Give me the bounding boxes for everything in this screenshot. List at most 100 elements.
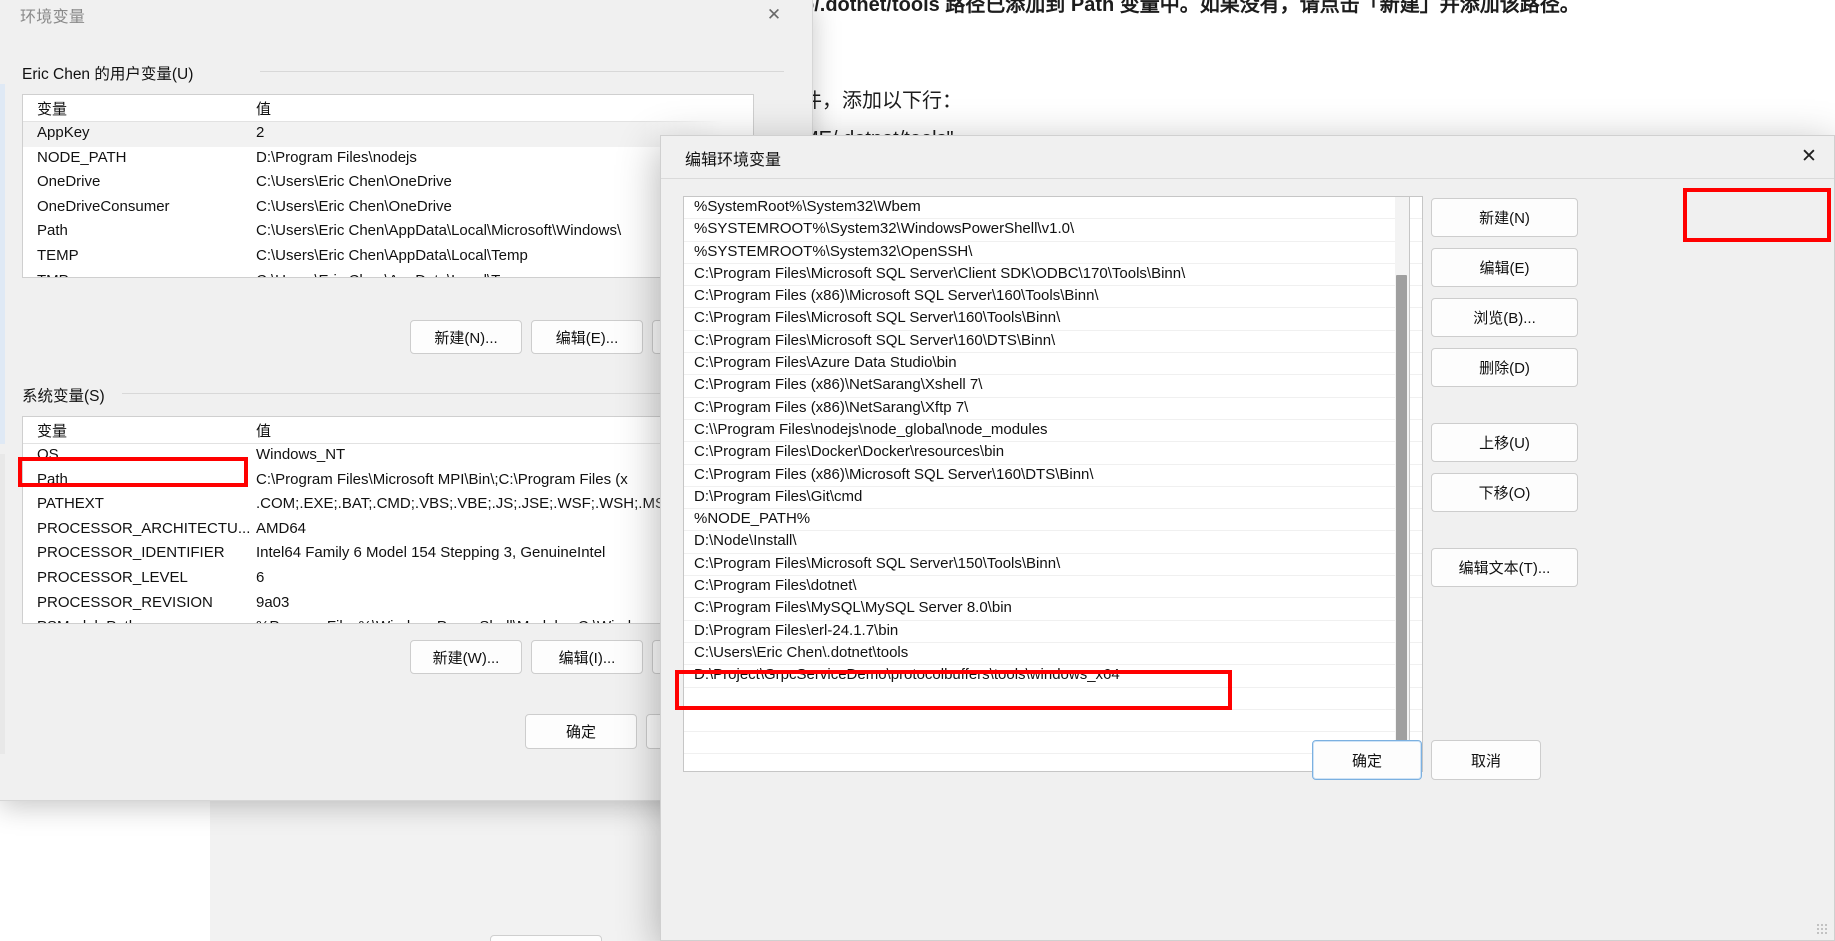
edit-dialog-separator bbox=[661, 178, 1834, 179]
path-entry-text: C:\Program Files\Docker\Docker\resources… bbox=[694, 443, 1005, 461]
table-row[interactable]: PSModulePath %ProgramFiles%\WindowsPower… bbox=[23, 616, 753, 623]
list-item[interactable]: C:\Program Files\Docker\Docker\resources… bbox=[684, 442, 1422, 465]
variable-name: AppKey bbox=[37, 124, 90, 141]
list-item[interactable]: C:\\Program Files\nodejs\node_global\nod… bbox=[684, 420, 1422, 443]
left-accent-bar-lower bbox=[0, 454, 5, 754]
list-item[interactable]: %SYSTEMROOT%\System32\OpenSSH\ bbox=[684, 242, 1422, 264]
list-item[interactable]: %SystemRoot%\System32\Wbem bbox=[684, 197, 1422, 220]
edit-dialog-titlebar: 编辑环境变量 ✕ bbox=[661, 136, 1834, 178]
table-row[interactable]: NODE_PATH D:\Program Files\nodejs bbox=[23, 147, 753, 172]
path-edit-text-button[interactable]: 编辑文本(T)... bbox=[1431, 548, 1578, 587]
path-entry-text: C:\\Program Files\nodejs\node_global\nod… bbox=[694, 420, 1048, 438]
env-ok-button[interactable]: 确定 bbox=[525, 714, 637, 749]
path-list-scrollbar[interactable] bbox=[1395, 196, 1410, 772]
path-browse-button[interactable]: 浏览(B)... bbox=[1431, 298, 1578, 337]
system-new-button[interactable]: 新建(W)... bbox=[410, 640, 522, 674]
system-col-name: 变量 bbox=[37, 423, 68, 440]
path-entry-text: C:\Program Files\dotnet\ bbox=[694, 577, 857, 595]
list-item[interactable]: %NODE_PATH% bbox=[684, 509, 1422, 532]
path-delete-button[interactable]: 删除(D) bbox=[1431, 348, 1578, 387]
user-edit-button[interactable]: 编辑(E)... bbox=[531, 320, 643, 354]
table-row[interactable]: TEMP C:\Users\Eric Chen\AppData\Local\Te… bbox=[23, 245, 753, 270]
variable-name: TMP bbox=[37, 272, 252, 277]
system-col-value: 值 bbox=[256, 423, 272, 440]
list-item[interactable]: D:\Node\Install\ bbox=[684, 531, 1422, 554]
path-entry-text: C:\Program Files\MySQL\MySQL Server 8.0\… bbox=[694, 599, 1012, 617]
variable-name: PSModulePath bbox=[37, 618, 252, 623]
variable-name: PROCESSOR_IDENTIFIER bbox=[37, 544, 225, 562]
path-entry-text: %NODE_PATH% bbox=[694, 510, 811, 528]
left-accent-bar bbox=[0, 84, 5, 444]
path-entry-text: %SYSTEMROOT%\System32\WindowsPowerShell\… bbox=[694, 220, 1075, 238]
system-edit-button[interactable]: 编辑(I)... bbox=[531, 640, 643, 674]
path-entry-text: %SYSTEMROOT%\System32\OpenSSH\ bbox=[694, 242, 973, 260]
table-row[interactable]: PROCESSOR_REVISION 9a03 bbox=[23, 592, 753, 617]
path-entry-text: D:\Program Files\Git\cmd bbox=[694, 487, 863, 505]
table-row[interactable]: Path C:\Users\Eric Chen\AppData\Local\Mi… bbox=[23, 220, 753, 245]
system-variables-grid[interactable]: 变量 值 OS Windows_NT Path C:\Program Files… bbox=[22, 416, 754, 624]
variable-name: OS bbox=[37, 446, 59, 463]
table-row-path-selected[interactable]: Path C:\Program Files\Microsoft MPI\Bin\… bbox=[23, 469, 753, 494]
table-row[interactable]: PROCESSOR_IDENTIFIER Intel64 Family 6 Mo… bbox=[23, 542, 753, 567]
variable-name: PROCESSOR_LEVEL bbox=[37, 568, 188, 586]
path-new-button[interactable]: 新建(N) bbox=[1431, 198, 1578, 237]
path-entry-text: C:\Program Files (x86)\NetSarang\Xftp 7\ bbox=[694, 398, 969, 416]
list-item[interactable]: C:\Program Files\Azure Data Studio\bin bbox=[684, 353, 1422, 376]
list-item[interactable]: C:\Program Files (x86)\NetSarang\Xftp 7\ bbox=[684, 398, 1422, 420]
variable-name: OneDrive bbox=[37, 173, 101, 191]
close-icon[interactable]: ✕ bbox=[1784, 136, 1834, 176]
path-entry-text: C:\Program Files (x86)\NetSarang\Xshell … bbox=[694, 376, 983, 394]
table-row[interactable]: PROCESSOR_LEVEL 6 bbox=[23, 567, 753, 592]
list-item[interactable]: C:\Program Files\MySQL\MySQL Server 8.0\… bbox=[684, 598, 1422, 621]
resize-grip-icon[interactable] bbox=[1816, 923, 1828, 935]
path-edit-button[interactable]: 编辑(E) bbox=[1431, 248, 1578, 287]
list-item[interactable]: %SYSTEMROOT%\System32\WindowsPowerShell\… bbox=[684, 219, 1422, 242]
table-row[interactable]: OneDriveConsumer C:\Users\Eric Chen\OneD… bbox=[23, 196, 753, 221]
user-variables-grid[interactable]: 变量 值 AppKey 2 NODE_PATH D:\Program Files… bbox=[22, 94, 754, 278]
path-move-down-button[interactable]: 下移(O) bbox=[1431, 473, 1578, 512]
screenshot-root: o/.dotnet/tools 路径已添加到 Path 变量中。如果没有，请点击… bbox=[0, 0, 1835, 941]
scrollbar-thumb[interactable] bbox=[1396, 275, 1407, 745]
list-item[interactable]: C:\Program Files\Microsoft SQL Server\15… bbox=[684, 554, 1422, 577]
user-new-button[interactable]: 新建(N)... bbox=[410, 320, 522, 354]
list-item[interactable]: D:\Program Files\erl-24.1.7\bin bbox=[684, 621, 1422, 643]
path-move-up-button[interactable]: 上移(U) bbox=[1431, 423, 1578, 462]
env-window-titlebar: 环境变量 ✕ bbox=[0, 0, 812, 34]
list-item[interactable]: C:\Users\Eric Chen\.dotnet\tools bbox=[684, 643, 1422, 666]
background-text-line-1: o/.dotnet/tools 路径已添加到 Path 变量中。如果没有，请点击… bbox=[812, 0, 1580, 16]
table-row[interactable]: TMP C:\Users\Eric Chen\AppData\Local\Tem… bbox=[23, 270, 753, 277]
list-item[interactable]: C:\Program Files\Microsoft SQL Server\16… bbox=[684, 331, 1422, 354]
list-item[interactable] bbox=[684, 688, 1422, 710]
path-entry-text: C:\Users\Eric Chen\.dotnet\tools bbox=[694, 643, 909, 661]
list-item-highlighted[interactable]: D:\Project\GrpcServiceDemo\protocolbuffe… bbox=[684, 665, 1422, 688]
list-item[interactable]: C:\Program Files\Microsoft SQL Server\16… bbox=[684, 308, 1422, 331]
list-item[interactable]: C:\Program Files (x86)\Microsoft SQL Ser… bbox=[684, 465, 1422, 487]
path-entry-text: D:\Project\GrpcServiceDemo\protocolbuffe… bbox=[694, 666, 1120, 684]
table-row[interactable]: OS Windows_NT bbox=[23, 444, 753, 469]
list-item[interactable]: D:\Program Files\Git\cmd bbox=[684, 487, 1422, 510]
list-item[interactable]: C:\Program Files\Microsoft SQL Server\Cl… bbox=[684, 264, 1422, 287]
variable-name: NODE_PATH bbox=[37, 148, 127, 166]
variable-name: PROCESSOR_REVISION bbox=[37, 593, 213, 611]
path-entry-text: C:\Program Files\Microsoft SQL Server\16… bbox=[694, 309, 1061, 327]
edit-cancel-button[interactable]: 取消 bbox=[1431, 740, 1541, 780]
table-row[interactable]: PATHEXT .COM;.EXE;.BAT;.CMD;.VBS;.VBE;.J… bbox=[23, 493, 753, 518]
table-row[interactable]: AppKey 2 bbox=[23, 122, 753, 147]
path-entry-list[interactable]: %SystemRoot%\System32\Wbem %SYSTEMROOT%\… bbox=[683, 196, 1423, 772]
table-row[interactable]: OneDrive C:\Users\Eric Chen\OneDrive bbox=[23, 171, 753, 196]
variable-name: PROCESSOR_ARCHITECTU... bbox=[37, 519, 251, 537]
edit-ok-button[interactable]: 确定 bbox=[1312, 740, 1422, 780]
user-group-rule bbox=[260, 71, 784, 72]
background-partial-button bbox=[490, 935, 602, 941]
path-entry-text: C:\Program Files (x86)\Microsoft SQL Ser… bbox=[694, 287, 1099, 305]
table-row[interactable]: PROCESSOR_ARCHITECTU... AMD64 bbox=[23, 518, 753, 543]
variable-name: Path bbox=[37, 222, 68, 240]
close-icon[interactable]: ✕ bbox=[752, 0, 796, 30]
list-item[interactable]: C:\Program Files\dotnet\ bbox=[684, 576, 1422, 599]
list-item[interactable]: C:\Program Files (x86)\NetSarang\Xshell … bbox=[684, 375, 1422, 398]
list-item[interactable] bbox=[684, 710, 1422, 733]
variable-name: PATHEXT bbox=[37, 495, 104, 513]
path-entry-text: C:\Program Files\Microsoft SQL Server\15… bbox=[694, 554, 1061, 572]
list-item[interactable]: C:\Program Files (x86)\Microsoft SQL Ser… bbox=[684, 286, 1422, 309]
variable-name: Path bbox=[37, 470, 68, 488]
